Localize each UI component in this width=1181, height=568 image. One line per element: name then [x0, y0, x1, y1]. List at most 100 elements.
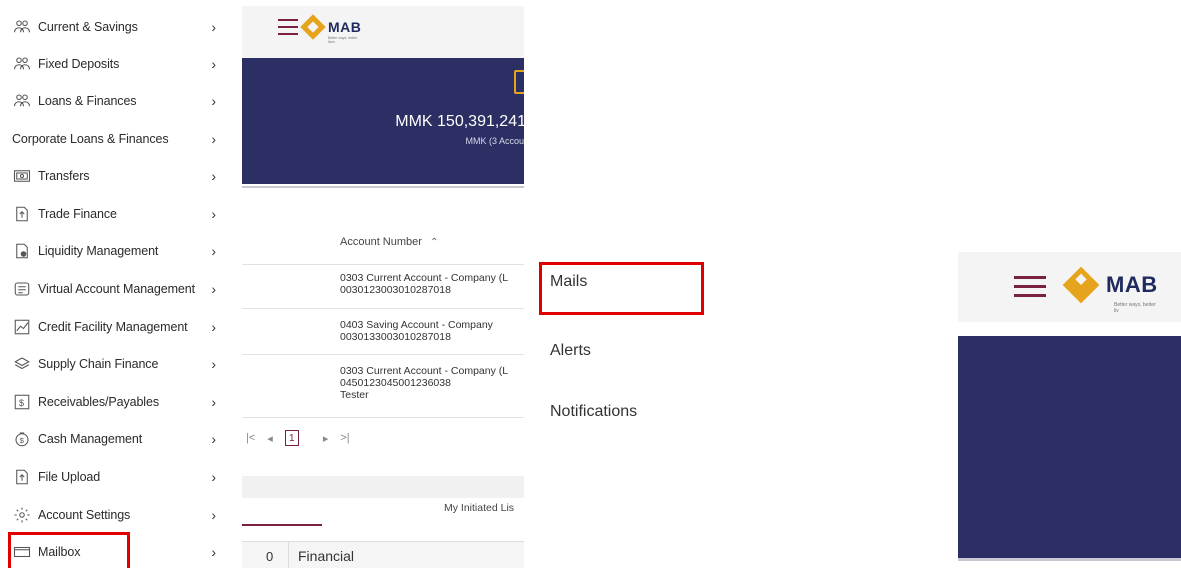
- logo-tagline: Better ways, better lives: [328, 36, 358, 44]
- balance-banner: MMK 150,391,241 MMK (3 Accou: [242, 58, 524, 184]
- app-panel: MAB Better ways, better lives MMK 150,39…: [236, 0, 524, 568]
- submenu-notifications[interactable]: Notifications: [550, 403, 637, 421]
- next-page-button[interactable]: ▸: [323, 432, 329, 445]
- chevron-right-icon: ›: [211, 544, 216, 560]
- svg-text:$: $: [20, 436, 25, 445]
- account-name: 0303 Current Account - Company (L: [340, 272, 509, 284]
- sidebar-item-supply-chain-finance[interactable]: Supply Chain Finance ›: [0, 346, 232, 382]
- liquidity-icon: [12, 241, 32, 261]
- sidebar-item-virtual-account-management[interactable]: Virtual Account Management ›: [0, 271, 232, 307]
- chevron-right-icon: ›: [211, 281, 216, 297]
- sidebar-item-label: Cash Management: [38, 432, 143, 446]
- account-number: 0030133003010287018: [340, 331, 451, 343]
- chevron-right-icon: ›: [211, 319, 216, 335]
- gear-icon: [12, 505, 32, 525]
- logo-text: MAB: [1106, 272, 1158, 297]
- layers-icon: [12, 354, 32, 374]
- table-row[interactable]: 0303 Current Account - Company (L 003012…: [340, 272, 508, 296]
- crop-balance-banner: [958, 336, 1181, 558]
- sidebar-item-current-savings[interactable]: Current & Savings ›: [0, 9, 232, 45]
- sidebar-item-file-upload[interactable]: File Upload ›: [0, 459, 232, 495]
- virtual-account-icon: [12, 279, 32, 299]
- logo-text: MAB: [328, 19, 362, 35]
- pagination: |< ◂ 1 ▸ >|: [246, 430, 362, 446]
- people-icon: [12, 17, 32, 37]
- sidebar-item-fixed-deposits[interactable]: Fixed Deposits ›: [0, 46, 232, 82]
- logo-diamond-icon: [1062, 266, 1100, 304]
- transaction-type: Financial: [298, 548, 355, 564]
- row-divider: [242, 308, 524, 309]
- first-page-button[interactable]: |<: [246, 432, 255, 444]
- sidebar-item-receivables-payables[interactable]: $ Receivables/Payables ›: [0, 384, 232, 420]
- account-name: 0403 Saving Account - Company: [340, 319, 493, 331]
- mab-logo[interactable]: MAB Better ways, better liv: [1062, 266, 1158, 314]
- chevron-right-icon: ›: [211, 168, 216, 184]
- sidebar-item-label: File Upload: [38, 470, 101, 484]
- account-number: 0450123045001236038: [340, 377, 451, 389]
- mab-logo[interactable]: MAB Better ways, better lives: [300, 14, 362, 44]
- sidebar-item-label: Corporate Loans & Finances: [12, 132, 169, 146]
- transfer-icon: [12, 166, 32, 186]
- app-header-crop: MAB Better ways, better liv: [958, 252, 1181, 568]
- transaction-count: 0: [266, 549, 274, 564]
- chevron-right-icon: ›: [211, 394, 216, 410]
- sidebar-item-account-settings[interactable]: Account Settings ›: [0, 497, 232, 533]
- svg-text:$: $: [19, 398, 24, 408]
- account-number: 0030123003010287018: [340, 284, 451, 296]
- sidebar-item-label: Credit Facility Management: [38, 320, 188, 334]
- transaction-summary-row[interactable]: 0 Financial: [242, 541, 524, 568]
- table-row[interactable]: 0303 Current Account - Company (L 045012…: [340, 365, 508, 401]
- section-separator: [242, 476, 524, 498]
- app-header: MAB Better ways, better lives: [242, 6, 524, 58]
- sidebar-item-label: Current & Savings: [38, 20, 138, 34]
- last-page-button[interactable]: >|: [340, 432, 349, 444]
- sidebar-item-label: Account Settings: [38, 508, 131, 522]
- crop-divider: [958, 558, 1181, 561]
- crop-header: MAB Better ways, better liv: [958, 252, 1181, 322]
- cell-divider: [288, 542, 289, 568]
- submenu-alerts[interactable]: Alerts: [550, 342, 591, 360]
- total-balance: MMK 150,391,241: [395, 113, 524, 130]
- current-page-button[interactable]: 1: [284, 430, 299, 446]
- account-number-header[interactable]: Account Number ⌃: [340, 236, 438, 248]
- mails-highlight: [539, 262, 704, 315]
- chevron-right-icon: ›: [211, 469, 216, 485]
- sort-icon[interactable]: ⌃: [430, 237, 438, 248]
- row-divider: [242, 264, 524, 265]
- chevron-right-icon: ›: [211, 19, 216, 35]
- sidebar-item-label: Trade Finance: [38, 207, 117, 221]
- prev-page-button[interactable]: ◂: [267, 432, 273, 445]
- hamburger-menu-icon[interactable]: [278, 19, 298, 35]
- chart-line-icon: [12, 317, 32, 337]
- sidebar-item-cash-management[interactable]: $ Cash Management ›: [0, 421, 232, 457]
- chevron-right-icon: ›: [211, 206, 216, 222]
- dollar-doc-icon: $: [12, 392, 32, 412]
- banner-divider: [242, 186, 524, 188]
- upload-doc-icon: [12, 467, 32, 487]
- wallet-icon: [514, 70, 524, 94]
- table-row[interactable]: 0403 Saving Account - Company 0030133003…: [340, 319, 493, 343]
- logo-tagline: Better ways, better liv: [1114, 302, 1156, 314]
- sidebar-item-trade-finance[interactable]: Trade Finance ›: [0, 196, 232, 232]
- chevron-right-icon: ›: [211, 243, 216, 259]
- sidebar-item-transfers[interactable]: Transfers ›: [0, 158, 232, 194]
- hamburger-menu-icon[interactable]: [1014, 276, 1046, 298]
- sidebar-item-label: Loans & Finances: [38, 94, 137, 108]
- sidebar-item-corporate-loans-finances[interactable]: Corporate Loans & Finances ›: [0, 121, 232, 157]
- sidebar-item-label: Fixed Deposits: [38, 57, 120, 71]
- sidebar-menu: Current & Savings › Fixed Deposits › Loans &…: [0, 0, 232, 568]
- chevron-right-icon: ›: [211, 93, 216, 109]
- sidebar-item-label: Transfers: [38, 169, 90, 183]
- sidebar-item-loans-finances[interactable]: Loans & Finances ›: [0, 83, 232, 119]
- account-number-header-label: Account Number: [340, 236, 422, 248]
- logo-diamond-icon: [300, 14, 326, 40]
- sidebar-item-label: Supply Chain Finance: [38, 357, 159, 371]
- sidebar-item-label: Liquidity Management: [38, 244, 159, 258]
- sidebar-item-credit-facility-management[interactable]: Credit Facility Management ›: [0, 309, 232, 345]
- account-nickname: Tester: [340, 389, 369, 401]
- tab-my-initiated-list[interactable]: My Initiated Lis: [444, 502, 514, 514]
- sidebar-item-liquidity-management[interactable]: Liquidity Management ›: [0, 233, 232, 269]
- sidebar-item-label: Receivables/Payables: [38, 395, 159, 409]
- upload-doc-icon: [12, 204, 32, 224]
- chevron-right-icon: ›: [211, 131, 216, 147]
